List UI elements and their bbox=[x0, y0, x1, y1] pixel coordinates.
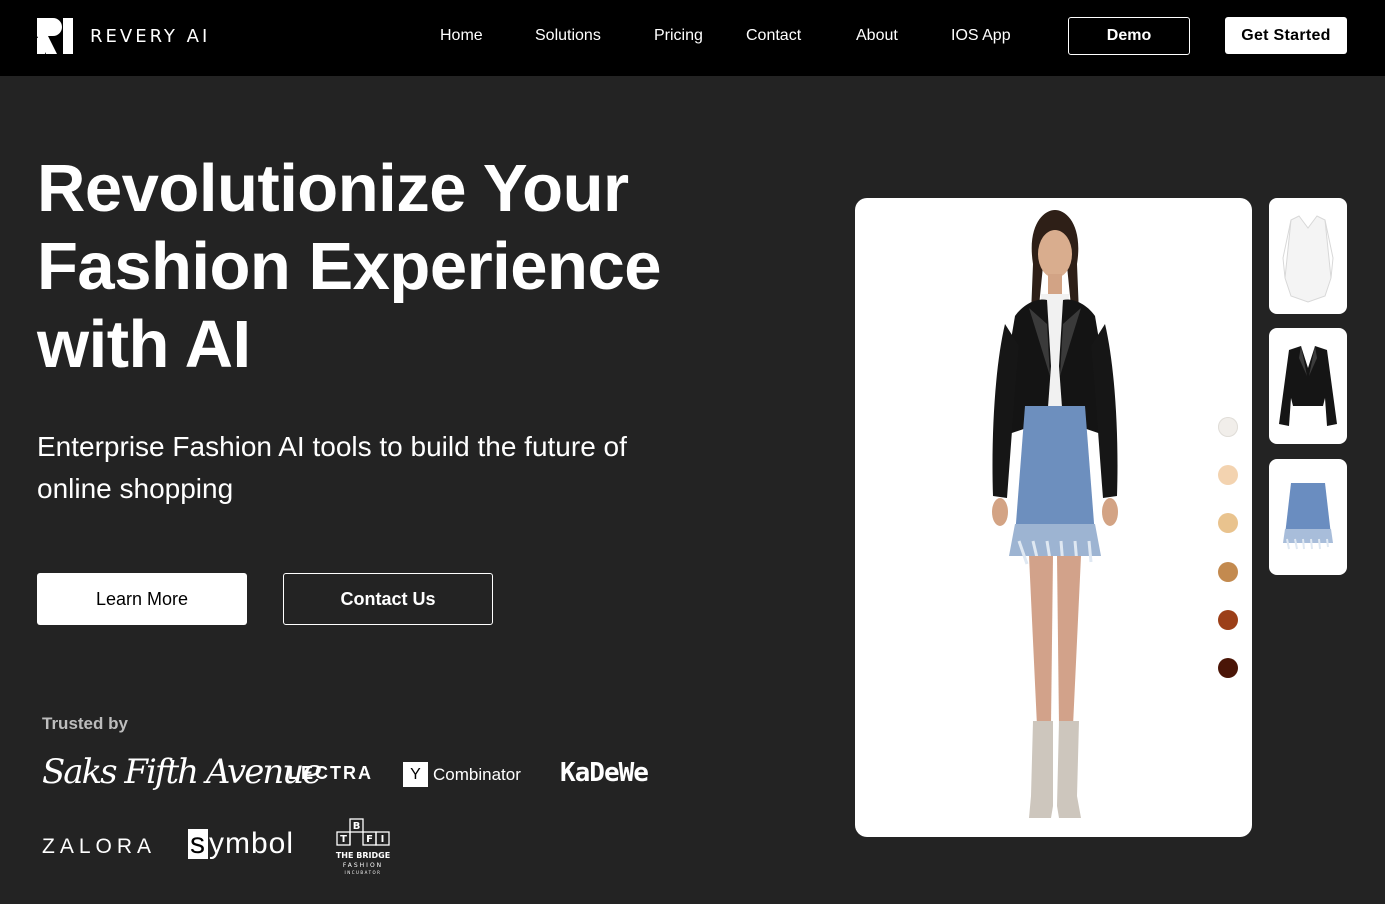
contact-us-button[interactable]: Contact Us bbox=[283, 573, 493, 625]
get-started-button[interactable]: Get Started bbox=[1225, 17, 1347, 54]
kadewe-logo: KaDeWe bbox=[560, 758, 649, 788]
color-swatch-5[interactable] bbox=[1218, 610, 1238, 630]
lectra-logo: LECTRA bbox=[288, 763, 373, 783]
virtual-try-on-card bbox=[855, 198, 1252, 837]
leather-jacket-icon bbox=[1279, 346, 1337, 426]
ycombinator-logo: Y Combinator bbox=[403, 762, 521, 787]
hero-headline-line-2: Fashion Experience bbox=[37, 229, 662, 304]
hero-subheadline-line-2: online shopping bbox=[37, 473, 234, 504]
hero-subheadline: Enterprise Fashion AI tools to build the… bbox=[37, 426, 717, 510]
symbol-logo: s ymbol bbox=[188, 827, 294, 861]
zalora-logo: ZALORA bbox=[42, 835, 157, 858]
tweed-skirt-icon bbox=[1283, 483, 1333, 550]
color-swatch-4[interactable] bbox=[1218, 562, 1238, 582]
color-swatch-6[interactable] bbox=[1218, 658, 1238, 678]
demo-button[interactable]: Demo bbox=[1068, 17, 1190, 55]
hero-headline-line-3: with AI bbox=[37, 307, 251, 382]
saks-logo: Saks Fifth Avenue bbox=[42, 752, 322, 792]
trusted-by-label: Trusted by bbox=[42, 714, 128, 733]
hero-headline: Revolutionize Your Fashion Experience wi… bbox=[37, 150, 757, 384]
brand-name: REVERY AI bbox=[90, 25, 211, 47]
garment-thumbnail-jacket[interactable] bbox=[1269, 328, 1347, 444]
white-top-icon bbox=[1282, 215, 1334, 303]
color-swatch-3[interactable] bbox=[1218, 513, 1238, 533]
ycombinator-mark: Y bbox=[403, 762, 428, 787]
nav-link-ios-app[interactable]: IOS App bbox=[951, 27, 1011, 45]
symbol-logo-mark: s bbox=[188, 827, 208, 860]
brand-logo[interactable]: REVERY AI bbox=[37, 18, 210, 54]
nav-link-home[interactable]: Home bbox=[440, 27, 483, 45]
garment-thumbnail-skirt[interactable] bbox=[1269, 459, 1347, 575]
svg-text:I: I bbox=[381, 834, 385, 845]
top-nav: REVERY AI Home Solutions Pricing Contact… bbox=[0, 0, 1385, 76]
symbol-logo-text: ymbol bbox=[209, 827, 295, 860]
hero-subheadline-line-1: Enterprise Fashion AI tools to build the… bbox=[37, 431, 627, 462]
model-image bbox=[992, 210, 1118, 818]
nav-link-pricing[interactable]: Pricing bbox=[654, 27, 703, 45]
svg-text:FASHION: FASHION bbox=[343, 862, 383, 869]
hero-headline-line-1: Revolutionize Your bbox=[37, 151, 629, 226]
nav-link-about[interactable]: About bbox=[856, 27, 898, 45]
nav-link-solutions[interactable]: Solutions bbox=[535, 27, 601, 45]
the-bridge-fashion-incubator-logo: B T F I THE BRIDGE FASHION INCUBATOR bbox=[336, 818, 390, 875]
svg-text:B: B bbox=[353, 821, 361, 832]
svg-text:F: F bbox=[366, 834, 373, 845]
color-swatch-1[interactable] bbox=[1218, 417, 1238, 437]
ycombinator-text: Combinator bbox=[433, 764, 521, 784]
nav-link-contact[interactable]: Contact bbox=[746, 27, 801, 45]
garment-thumbnail-top[interactable] bbox=[1269, 198, 1347, 314]
svg-text:INCUBATOR: INCUBATOR bbox=[345, 870, 382, 875]
svg-text:T: T bbox=[340, 834, 347, 845]
learn-more-button[interactable]: Learn More bbox=[37, 573, 247, 625]
color-swatch-2[interactable] bbox=[1218, 465, 1238, 485]
revery-logo-icon bbox=[37, 18, 73, 54]
svg-text:THE BRIDGE: THE BRIDGE bbox=[336, 851, 390, 860]
